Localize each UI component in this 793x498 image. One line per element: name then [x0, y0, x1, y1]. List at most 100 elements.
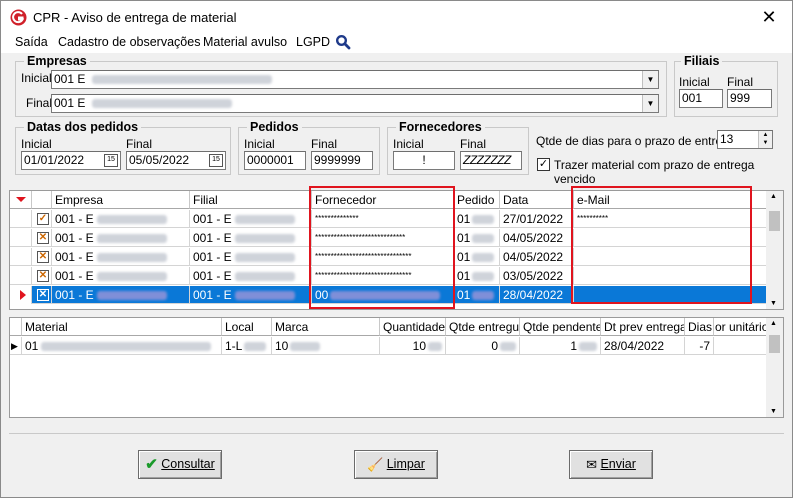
close-button[interactable]: ✕ [746, 1, 792, 33]
empresa-final-label: Final [26, 96, 53, 110]
data-inicial-input[interactable]: 01/01/2022 15 [21, 151, 121, 170]
search-icon[interactable] [335, 34, 351, 50]
filiais-title: Filiais [681, 54, 723, 68]
cell-filial: 001 - E [193, 212, 232, 226]
broom-icon: 🧹 [367, 457, 384, 473]
cell-empresa: 001 - E [55, 250, 94, 264]
window-title: CPR - Aviso de entrega de material [33, 10, 237, 25]
row-checkbox[interactable]: ✕ [37, 251, 49, 263]
row-pointer-icon: ▶ [10, 337, 22, 355]
menu-cadastro-observacoes[interactable]: Cadastro de observações [58, 35, 200, 49]
cell-empresa: 001 - E [55, 231, 94, 245]
row-checkbox[interactable]: ✓ [37, 213, 49, 225]
cell-entregue: 0 [491, 339, 498, 353]
cell-material: 01 [25, 339, 39, 353]
col-pedido-header[interactable]: Pedido [454, 191, 500, 209]
col-quantidade-header[interactable]: Quantidade [380, 318, 446, 336]
filial-inicial-input[interactable]: 001 [679, 89, 723, 108]
prazo-spinner[interactable]: 13 ▲ ▼ [717, 130, 773, 149]
envelope-icon: ✉ [586, 457, 597, 473]
calendar-icon[interactable]: 15 [209, 154, 223, 167]
col-qtde-pendente-header[interactable]: Qtde pendente [520, 318, 601, 336]
cell-pendente: 1 [570, 339, 577, 353]
scroll-up-icon[interactable]: ▲ [770, 320, 777, 327]
col-data-header[interactable]: Data [500, 191, 574, 209]
menu-saida[interactable]: Saída [15, 35, 48, 49]
col-empresa-header[interactable]: Empresa [52, 191, 190, 209]
enviar-button[interactable]: ✉ Enviar [569, 450, 653, 479]
filiais-group: Filiais Inicial Final 001 999 [674, 54, 778, 117]
col-material-header[interactable]: Material [22, 318, 222, 336]
cell-filial: 001 - E [193, 269, 232, 283]
cell-pedido: 01 [457, 250, 471, 264]
col-dt-prev-header[interactable]: Dt prev entrega [601, 318, 685, 336]
pedidos-title: Pedidos [247, 120, 302, 134]
table-row[interactable]: ▶ 01 1-L 10 10 0 1 28/04/2022 -7 [10, 337, 768, 355]
sort-down-icon [16, 197, 26, 202]
col-local-header[interactable]: Local [222, 318, 272, 336]
spinner-arrows-icon[interactable]: ▲ ▼ [758, 131, 772, 148]
empresas-group: Empresas Inicial 001 E ▼ Final 001 E ▼ [15, 54, 667, 117]
limpar-label: Limpar [386, 457, 425, 471]
cell-data: 27/01/2022 [500, 210, 574, 228]
chevron-down-icon[interactable]: ▼ [642, 95, 658, 112]
menu-lgpd[interactable]: LGPD [296, 35, 330, 49]
pedido-final-label: Final [311, 137, 338, 151]
scroll-thumb[interactable] [769, 335, 780, 353]
data-inicial-value: 01/01/2022 [24, 153, 85, 167]
menu-material-avulso[interactable]: Material avulso [203, 35, 287, 49]
cell-pedido: 01 [457, 288, 471, 302]
prazo-value: 13 [720, 132, 734, 146]
consultar-button[interactable]: ✔ Consultar [138, 450, 222, 479]
divider [9, 433, 784, 434]
scroll-thumb[interactable] [769, 211, 780, 231]
cell-filial: 001 - E [193, 288, 232, 302]
scroll-up-icon[interactable]: ▲ [770, 193, 777, 200]
chevron-down-icon[interactable]: ▼ [642, 71, 658, 88]
col-valor-header[interactable]: or unitário [714, 318, 768, 336]
row-checkbox[interactable]: ✕ [37, 270, 49, 282]
highlight-email [571, 186, 752, 304]
grid-indicator-header[interactable] [10, 191, 32, 209]
col-qtde-entregue-header[interactable]: Qtde entregue [446, 318, 520, 336]
consultar-label: Consultar [161, 457, 215, 471]
row-checkbox[interactable]: ✕ [37, 289, 49, 301]
materiais-grid[interactable]: Material Local Marca Quantidade Qtde ent… [9, 317, 784, 418]
empresa-inicial-select[interactable]: 001 E ▼ [51, 70, 659, 89]
cell-dt-prev: 28/04/2022 [601, 337, 685, 355]
filial-final-input[interactable]: 999 [727, 89, 772, 108]
data-final-input[interactable]: 05/05/2022 15 [126, 151, 226, 170]
cell-data: 03/05/2022 [500, 267, 574, 285]
cell-valor [714, 337, 768, 355]
limpar-button[interactable]: 🧹 Limpar [354, 450, 438, 479]
cell-local: 1-L [225, 339, 243, 353]
bottom-grid-scrollbar[interactable]: ▲ ▼ [766, 318, 783, 417]
datas-title: Datas dos pedidos [24, 120, 142, 134]
col-dias-header[interactable]: Dias [685, 318, 714, 336]
data-final-value: 05/05/2022 [129, 153, 190, 167]
scroll-down-icon[interactable]: ▼ [770, 300, 777, 307]
col-marca-header[interactable]: Marca [272, 318, 380, 336]
row-pointer-icon [20, 290, 26, 300]
data-inicial-label: Inicial [21, 137, 52, 151]
highlight-fornecedor [309, 186, 455, 309]
empresa-final-select[interactable]: 001 E ▼ [51, 94, 659, 113]
scroll-down-icon[interactable]: ▼ [770, 408, 777, 415]
grid-check-header [32, 191, 52, 209]
fornecedor-inicial-input[interactable]: ! [393, 151, 455, 170]
col-filial-header[interactable]: Filial [190, 191, 312, 209]
pedido-inicial-input[interactable]: 0000001 [244, 151, 306, 170]
cell-filial: 001 - E [193, 250, 232, 264]
fornecedor-final-input[interactable]: ZZZZZZZ [460, 151, 522, 170]
empresa-inicial-label: Inicial [21, 71, 52, 85]
prazo-vencido-checkbox[interactable]: ✓ [537, 158, 550, 171]
cell-empresa: 001 - E [55, 212, 94, 226]
row-checkbox[interactable]: ✕ [37, 232, 49, 244]
cell-pedido: 01 [457, 269, 471, 283]
enviar-label: Enviar [600, 457, 636, 471]
calendar-icon[interactable]: 15 [104, 154, 118, 167]
cell-data: 04/05/2022 [500, 229, 574, 247]
top-grid-scrollbar[interactable]: ▲ ▼ [766, 191, 783, 309]
pedido-final-input[interactable]: 9999999 [311, 151, 373, 170]
fornecedores-group: Fornecedores Inicial Final ! ZZZZZZZ [387, 120, 529, 175]
